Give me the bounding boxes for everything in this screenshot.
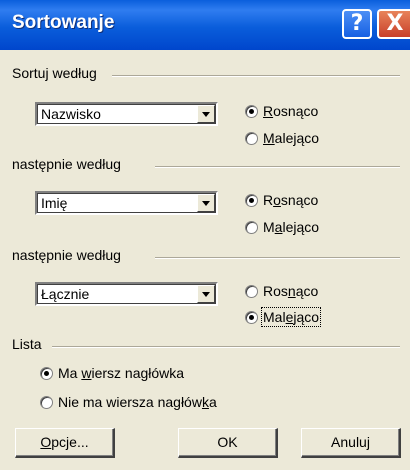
help-button[interactable]: ? [342,9,372,39]
radio-indicator [245,132,258,145]
then-by-field-select[interactable]: Imię [35,191,218,215]
descending-label: Malejąco [263,219,320,235]
cancel-label: Anuluj [331,434,370,450]
close-button[interactable]: X [377,9,410,39]
radio-indicator [245,285,258,298]
cancel-button[interactable]: Anuluj [301,428,401,458]
help-icon: ? [350,11,364,36]
ascending-label: Rosnąco [263,103,319,119]
dialog-body: Sortuj według Nazwisko Rosnąco Malejąco … [0,50,410,470]
dropdown-button[interactable] [197,285,215,303]
then-by-field-value: Imię [41,195,68,211]
group-divider [155,166,400,168]
has-header-label: Ma wiersz nagłówka [58,365,185,381]
then-by-label: następnie według [12,156,121,172]
dropdown-button[interactable] [197,194,215,212]
descending-label: Malejąco [260,307,322,327]
group-divider [112,75,400,77]
options-label: Opcje... [40,434,89,450]
radio-selected-dot [44,371,49,376]
radio-indicator [245,311,258,324]
title-bar: Sortowanje ? X [0,0,410,50]
group-divider [52,346,400,348]
then-by-label-2: następnie według [12,247,121,263]
radio-indicator [245,221,258,234]
radio-indicator [40,367,53,380]
sort-by-label: Sortuj według [12,65,97,81]
radio-indicator [245,105,258,118]
group-divider [155,257,400,259]
ok-label: OK [217,434,238,450]
ascending-label: Rosnąco [263,192,319,208]
radio-selected-dot [249,198,254,203]
ascending-label: Rosnąco [263,283,319,299]
chevron-down-icon [202,292,210,297]
close-icon: X [386,11,404,36]
then-by-field-value-2: Łącznie [41,286,90,302]
window-title: Sortowanje [12,12,115,33]
dropdown-button[interactable] [197,105,215,123]
descending-label: Malejąco [263,130,320,146]
radio-indicator [245,194,258,207]
sort-by-field-select[interactable]: Nazwisko [35,102,218,126]
options-button[interactable]: Opcje... [15,428,115,458]
chevron-down-icon [202,112,210,117]
then-by-field-select-2[interactable]: Łącznie [35,282,218,306]
radio-selected-dot [249,109,254,114]
ok-button[interactable]: OK [178,428,278,458]
radio-indicator [40,396,53,409]
radio-selected-dot [249,315,254,320]
sort-by-field-value: Nazwisko [41,106,101,122]
chevron-down-icon [202,201,210,206]
no-header-label: Nie ma wiersza nagłówka [58,394,217,410]
list-label: Lista [12,336,42,352]
